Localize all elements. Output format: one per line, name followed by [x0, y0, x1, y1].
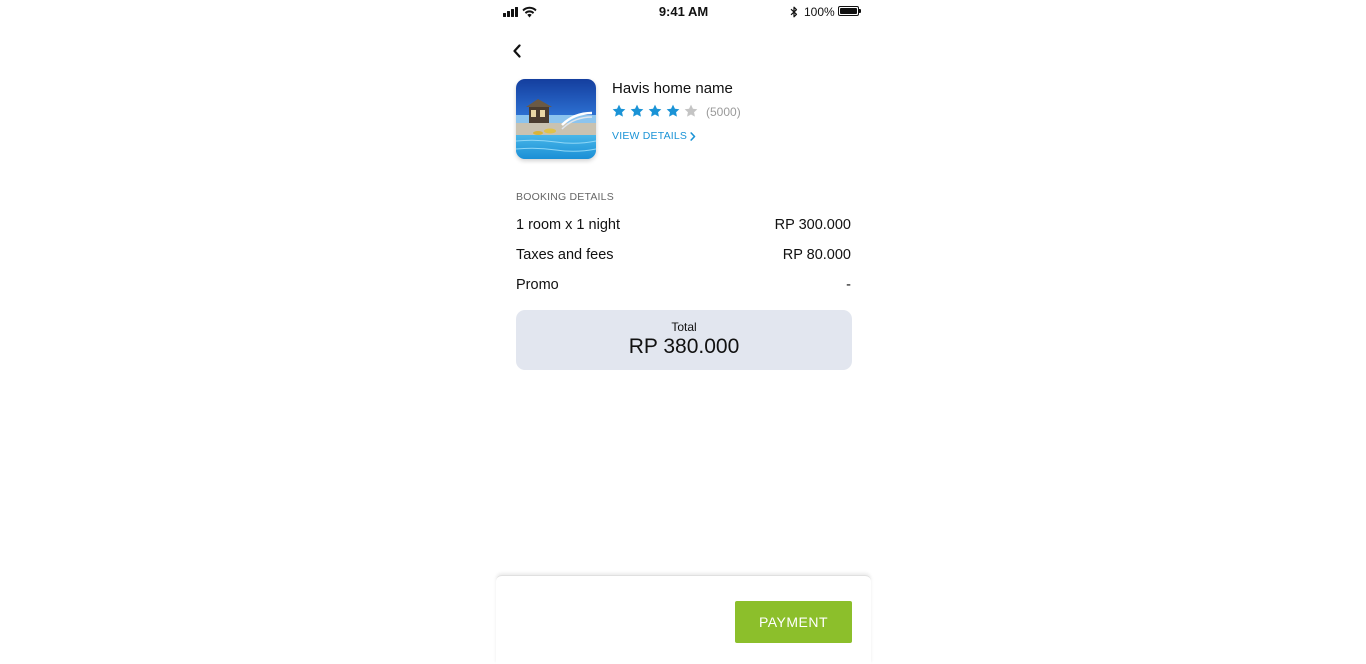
view-details-label: VIEW DETAILS: [612, 130, 688, 142]
booking-row-value: RP 80.000: [782, 247, 851, 263]
property-thumbnail[interactable]: [516, 79, 596, 159]
total-summary: Total RP 380.000: [516, 310, 852, 370]
booking-row-label: Taxes and fees: [516, 247, 614, 263]
star-icon: [612, 104, 626, 117]
booking-row-label: 1 room x 1 night: [516, 217, 620, 233]
chevron-right-icon: [690, 131, 696, 141]
star-icon: [630, 104, 644, 117]
status-bar: 9:41 AM 100%: [496, 0, 871, 24]
review-count: (5000): [706, 105, 741, 119]
booking-row-room: 1 room x 1 night RP 300.000: [516, 217, 851, 237]
booking-row-value: RP 300.000: [774, 217, 851, 233]
booking-details-heading: BOOKING DETAILS: [516, 191, 614, 203]
booking-row-promo[interactable]: Promo -: [516, 277, 851, 297]
property-name: Havis home name: [612, 80, 733, 97]
star-rating: [611, 103, 699, 119]
booking-row-label: Promo: [516, 277, 559, 293]
battery-icon: [838, 6, 861, 16]
battery-percent: 100%: [804, 5, 835, 19]
bottom-action-bar: PAYMENT: [496, 575, 871, 664]
booking-row-value: -: [846, 277, 851, 293]
payment-button[interactable]: PAYMENT: [735, 601, 852, 643]
star-icon: [684, 104, 698, 117]
total-label: Total: [671, 320, 697, 334]
back-button[interactable]: [506, 40, 528, 62]
bluetooth-icon: [790, 5, 798, 23]
total-value: RP 380.000: [628, 335, 740, 358]
booking-row-taxes: Taxes and fees RP 80.000: [516, 247, 851, 267]
star-icon: [648, 104, 662, 117]
view-details-link[interactable]: VIEW DETAILS: [612, 130, 696, 142]
chevron-left-icon: [513, 44, 521, 58]
star-icon: [666, 104, 680, 117]
booking-screen: 9:41 AM 100% Havis home name (5000) VIEW…: [496, 0, 871, 664]
